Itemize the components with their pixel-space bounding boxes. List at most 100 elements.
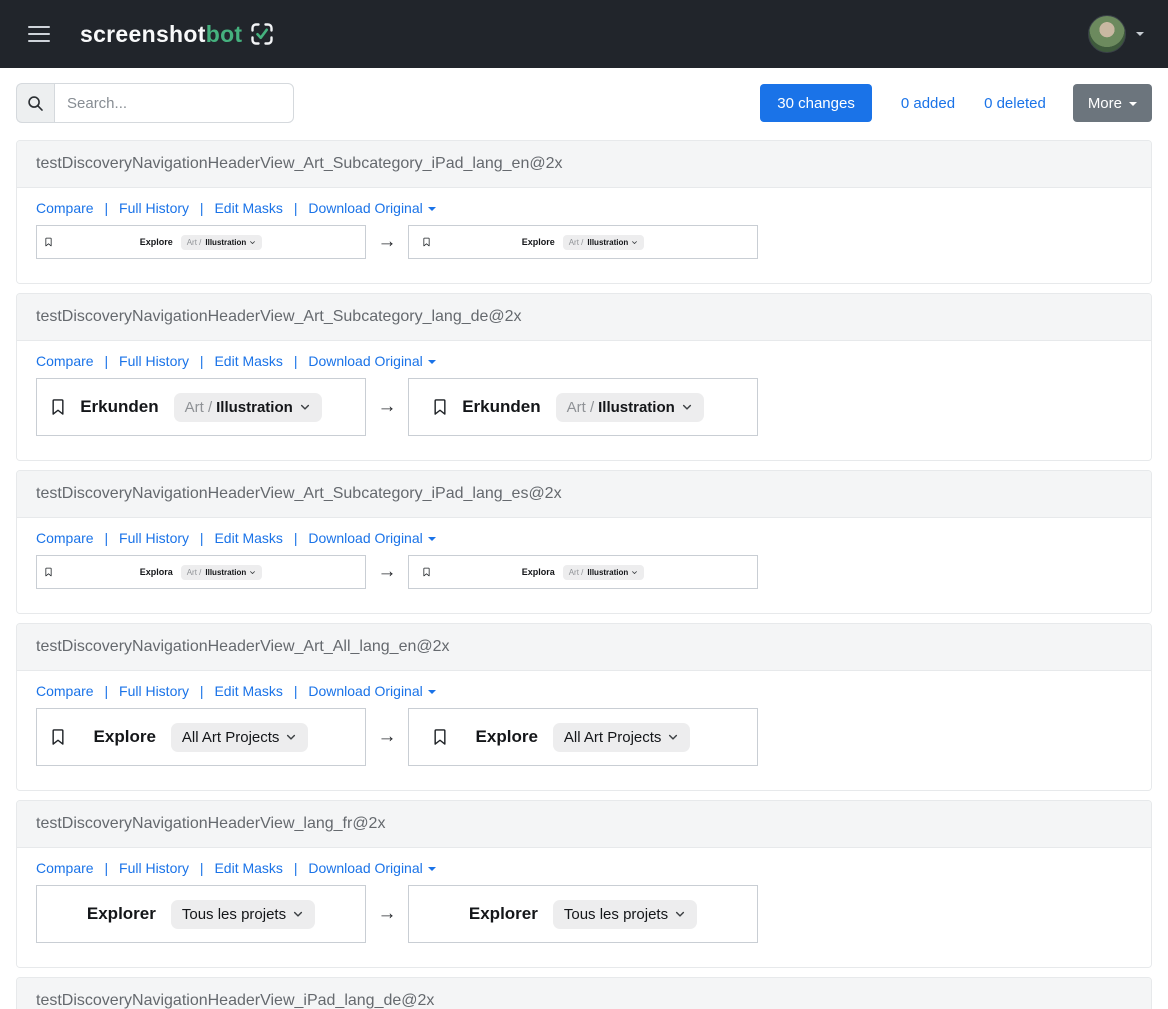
edit-masks-link[interactable]: Edit Masks: [214, 200, 282, 216]
added-button[interactable]: 0 added: [901, 84, 955, 122]
explore-label: Explore: [522, 237, 555, 247]
bookmark-icon: [43, 237, 54, 248]
category-name: All Art Projects: [182, 729, 280, 746]
full-history-link[interactable]: Full History: [119, 530, 189, 546]
compare-link[interactable]: Compare: [36, 200, 94, 216]
test-card: testDiscoveryNavigationHeaderView_Art_Su…: [16, 140, 1152, 284]
separator: |: [200, 530, 204, 546]
edit-masks-link[interactable]: Edit Masks: [214, 353, 282, 369]
card-actions: Compare | Full History | Edit Masks | Do…: [36, 200, 1132, 217]
bookmark-icon: [48, 727, 68, 747]
separator: |: [104, 683, 108, 699]
screenshot-after[interactable]: Erkunden Art / Illustration: [408, 378, 758, 436]
chevron-down-icon: [428, 690, 436, 694]
test-card: testDiscoveryNavigationHeaderView_Art_Al…: [16, 623, 1152, 791]
full-history-link[interactable]: Full History: [119, 683, 189, 699]
search-input[interactable]: [54, 83, 294, 123]
screenshot-after[interactable]: Explore All Art Projects: [408, 708, 758, 766]
category-name: Illustration: [205, 568, 246, 577]
explore-label: Explore: [94, 727, 156, 747]
screenshot-before[interactable]: Explore All Art Projects: [36, 708, 366, 766]
screenshot-after[interactable]: Explorer Tous les projets: [408, 885, 758, 943]
separator: |: [294, 530, 298, 546]
test-name: testDiscoveryNavigationHeaderView_Art_Su…: [17, 141, 1151, 188]
screenshot-comparison: Explore Art / Illustration →: [36, 225, 1132, 259]
chevron-down-icon: [428, 207, 436, 211]
search-icon: [16, 83, 54, 123]
card-actions: Compare | Full History | Edit Masks | Do…: [36, 353, 1132, 370]
card-body: Compare | Full History | Edit Masks | Do…: [17, 848, 1151, 967]
card-actions: Compare | Full History | Edit Masks | Do…: [36, 860, 1132, 877]
compare-link[interactable]: Compare: [36, 530, 94, 546]
chevron-down-icon: [428, 360, 436, 364]
category-pill: Tous les projets: [553, 900, 697, 929]
download-original-link[interactable]: Download Original: [308, 683, 435, 699]
arrow-right-icon: →: [366, 561, 408, 583]
nav-header-content: Explorer Tous les projets: [469, 900, 697, 929]
more-button[interactable]: More: [1073, 84, 1152, 122]
screenshot-comparison: Explora Art / Illustration →: [36, 555, 1132, 589]
explore-label: Explore: [476, 727, 538, 747]
menu-icon[interactable]: [28, 26, 50, 42]
edit-masks-link[interactable]: Edit Masks: [214, 860, 282, 876]
card-actions: Compare | Full History | Edit Masks | Do…: [36, 530, 1132, 547]
nav-header-content: Explorer Tous les projets: [87, 900, 315, 929]
test-name: testDiscoveryNavigationHeaderView_Art_Su…: [17, 294, 1151, 341]
category-name: Illustration: [598, 399, 675, 416]
screenshot-before[interactable]: Explora Art / Illustration: [36, 555, 366, 589]
nav-header-content: Explore All Art Projects: [94, 723, 309, 752]
explore-label: Explora: [522, 567, 555, 577]
chevron-down-icon: [428, 867, 436, 871]
category-pill: Tous les projets: [171, 900, 315, 929]
result-filters: 30 changes 0 added 0 deleted More: [760, 84, 1152, 122]
card-body: Compare | Full History | Edit Masks | Do…: [17, 671, 1151, 790]
bookmark-icon: [48, 397, 68, 417]
full-history-link[interactable]: Full History: [119, 860, 189, 876]
full-history-link[interactable]: Full History: [119, 200, 189, 216]
explore-label: Explore: [140, 237, 173, 247]
bookmark-icon: [421, 567, 432, 578]
category-name: Tous les projets: [182, 906, 286, 923]
nav-header-content: Explore Art / Illustration: [522, 235, 645, 250]
nav-header-content: Erkunden Art / Illustration: [462, 393, 704, 422]
test-card: testDiscoveryNavigationHeaderView_Art_Su…: [16, 470, 1152, 614]
full-history-link[interactable]: Full History: [119, 353, 189, 369]
test-name: testDiscoveryNavigationHeaderView_Art_Su…: [17, 471, 1151, 518]
category-pill: Art / Illustration: [181, 235, 263, 250]
separator: |: [200, 683, 204, 699]
screenshot-before[interactable]: Explorer Tous les projets: [36, 885, 366, 943]
screenshot-after[interactable]: Explore Art / Illustration: [408, 225, 758, 259]
compare-link[interactable]: Compare: [36, 860, 94, 876]
separator: |: [294, 353, 298, 369]
chevron-down-icon: [674, 908, 686, 920]
download-original-link[interactable]: Download Original: [308, 530, 435, 546]
edit-masks-link[interactable]: Edit Masks: [214, 683, 282, 699]
download-original-link[interactable]: Download Original: [308, 860, 435, 876]
category-pill: Art / Illustration: [181, 565, 263, 580]
download-original-link[interactable]: Download Original: [308, 200, 435, 216]
category-pill: Art / Illustration: [563, 235, 645, 250]
arrow-right-icon: →: [366, 396, 408, 418]
test-card: testDiscoveryNavigationHeaderView_iPad_l…: [16, 977, 1152, 1009]
compare-link[interactable]: Compare: [36, 353, 94, 369]
deleted-button[interactable]: 0 deleted: [984, 84, 1046, 122]
brand-name: screenshotbot: [80, 21, 242, 48]
bookmark-icon: [421, 237, 432, 248]
category-pill: Art / Illustration: [174, 393, 322, 422]
brand-logo[interactable]: screenshotbot: [80, 21, 275, 48]
chevron-down-icon: [1136, 32, 1144, 36]
chevron-down-icon: [1129, 102, 1137, 106]
compare-link[interactable]: Compare: [36, 683, 94, 699]
arrow-right-icon: →: [366, 726, 408, 748]
explore-label: Explorer: [87, 904, 156, 924]
screenshot-before[interactable]: Erkunden Art / Illustration: [36, 378, 366, 436]
changes-button[interactable]: 30 changes: [760, 84, 872, 122]
screenshot-after[interactable]: Explora Art / Illustration: [408, 555, 758, 589]
download-original-link[interactable]: Download Original: [308, 353, 435, 369]
edit-masks-link[interactable]: Edit Masks: [214, 530, 282, 546]
category-prefix: Art /: [567, 399, 595, 416]
chevron-down-icon: [249, 569, 256, 576]
user-menu[interactable]: [1088, 15, 1144, 53]
category-name: Illustration: [587, 568, 628, 577]
screenshot-before[interactable]: Explore Art / Illustration: [36, 225, 366, 259]
